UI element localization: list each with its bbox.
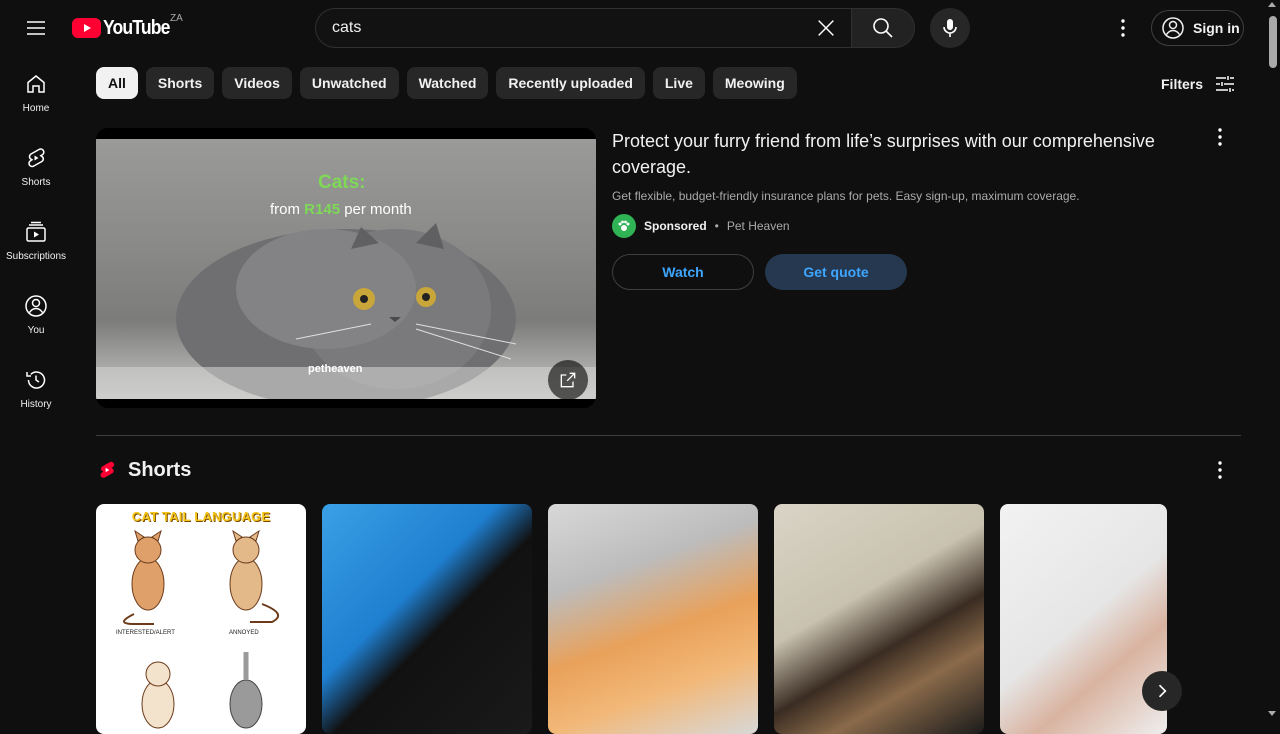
sidebar-item-home[interactable]: Home <box>0 56 72 130</box>
sign-in-button[interactable]: Sign in <box>1151 10 1244 46</box>
watch-button[interactable]: Watch <box>612 254 754 290</box>
filters-label: Filters <box>1161 76 1204 92</box>
microphone-icon <box>943 19 957 37</box>
scroll-down-arrow-icon[interactable] <box>1268 711 1276 716</box>
ad-thumb-subline: from R145 per month <box>270 201 412 218</box>
chip-live[interactable]: Live <box>652 67 705 99</box>
shorts-logo-icon <box>100 461 115 478</box>
open-external-button[interactable] <box>548 360 588 400</box>
country-code: ZA <box>170 13 183 24</box>
sidebar-item-shorts[interactable]: Shorts <box>0 130 72 204</box>
short-thumb-label: INTERESTED/ALERT <box>116 630 175 636</box>
search-input[interactable]: cats <box>315 8 852 48</box>
more-vert-icon <box>1121 19 1125 37</box>
sidebar-item-label: Shorts <box>21 177 51 188</box>
sidebar-item-you[interactable]: You <box>0 278 72 352</box>
ad-thumbnail[interactable]: Cats: from R145 per month petheaven <box>96 128 596 408</box>
shelf-next-button[interactable] <box>1142 671 1182 711</box>
sidebar-item-label: You <box>27 325 45 336</box>
short-thumb-label: ANNOYED <box>229 630 259 636</box>
shorts-menu-button[interactable] <box>1208 458 1232 482</box>
ad-thumb-suffix: per month <box>340 201 412 218</box>
advertiser-name[interactable]: Pet Heaven <box>727 219 790 233</box>
tune-icon <box>1216 76 1235 92</box>
subscriptions-icon <box>26 221 46 242</box>
chevron-right-icon <box>1158 684 1167 698</box>
search-icon <box>873 18 893 38</box>
masthead: YouTube ZA cats Sign in <box>0 0 1280 56</box>
chip-shorts[interactable]: Shorts <box>145 67 215 99</box>
scroll-thumb[interactable] <box>1269 16 1277 68</box>
filter-chips: All Shorts Videos Unwatched Watched Rece… <box>96 67 797 99</box>
more-vert-icon <box>1218 461 1222 479</box>
short-thumbnail[interactable] <box>774 504 984 734</box>
chip-meowing[interactable]: Meowing <box>712 67 797 99</box>
search-button[interactable] <box>851 8 915 48</box>
scroll-up-arrow-icon[interactable] <box>1268 2 1276 7</box>
short-thumbnail[interactable] <box>1000 504 1167 734</box>
clear-search-button[interactable] <box>808 9 844 47</box>
sidebar-item-subscriptions[interactable]: Subscriptions <box>0 204 72 278</box>
ad-thumb-headline: Cats: <box>318 172 366 193</box>
ad-meta: Sponsored • Pet Heaven <box>612 214 790 238</box>
sidebar-item-label: Subscriptions <box>5 251 67 262</box>
sidebar-item-history[interactable]: History <box>0 352 72 426</box>
youtube-logo[interactable]: YouTube <box>72 16 179 40</box>
ad-description: Get flexible, budget-friendly insurance … <box>612 189 1080 203</box>
ad-menu-button[interactable] <box>1208 125 1232 149</box>
hamburger-icon <box>27 21 45 35</box>
chip-all[interactable]: All <box>96 67 138 99</box>
more-vert-icon <box>1218 128 1222 146</box>
ad-thumb-brand: petheaven <box>308 363 363 375</box>
voice-search-button[interactable] <box>930 8 970 48</box>
shorts-shelf-header: Shorts <box>96 458 191 482</box>
page-scrollbar[interactable] <box>1265 0 1280 720</box>
cat-tail-illustration <box>123 529 280 729</box>
chip-unwatched[interactable]: Unwatched <box>299 67 399 99</box>
advertiser-avatar[interactable] <box>612 214 636 238</box>
search-query: cats <box>332 19 362 36</box>
short-thumbnail[interactable] <box>548 504 758 734</box>
shorts-heading: Shorts <box>128 458 192 481</box>
sponsored-label: Sponsored <box>644 219 707 233</box>
mini-guide: Home Shorts Subscriptions You History <box>0 56 72 426</box>
history-icon <box>26 371 46 389</box>
ad-title[interactable]: Protect your furry friend from life’s su… <box>612 128 1192 180</box>
play-logo-icon <box>72 18 101 38</box>
paw-icon <box>618 220 630 231</box>
chip-recently-uploaded[interactable]: Recently uploaded <box>496 67 645 99</box>
meta-separator: • <box>714 219 719 233</box>
ad-thumb-price: R145 <box>304 201 341 218</box>
short-thumbnail[interactable] <box>322 504 532 734</box>
you-icon <box>25 295 47 317</box>
settings-menu-button[interactable] <box>1103 8 1143 48</box>
short-thumbnail[interactable]: CAT TAIL LANGUAGE INTERESTED/ALERT ANNOY… <box>96 504 306 734</box>
logo-text: YouTube <box>103 16 170 39</box>
chip-watched[interactable]: Watched <box>406 67 489 99</box>
home-icon <box>27 75 45 93</box>
account-circle-icon <box>1162 17 1184 39</box>
guide-menu-button[interactable] <box>16 8 56 48</box>
section-divider <box>96 435 1241 436</box>
close-icon <box>818 20 834 36</box>
open-in-new-icon <box>560 372 576 388</box>
filters-button[interactable]: Filters <box>1161 72 1237 96</box>
sign-in-label: Sign in <box>1193 20 1240 36</box>
sidebar-item-label: Home <box>22 103 50 114</box>
sidebar-item-label: History <box>20 399 52 410</box>
get-quote-button[interactable]: Get quote <box>765 254 907 290</box>
ad-cat-image: Cats: from R145 per month petheaven <box>96 139 596 399</box>
chip-videos[interactable]: Videos <box>222 67 292 99</box>
shorts-icon <box>28 148 45 168</box>
ad-thumb-prefix: from <box>270 201 305 218</box>
